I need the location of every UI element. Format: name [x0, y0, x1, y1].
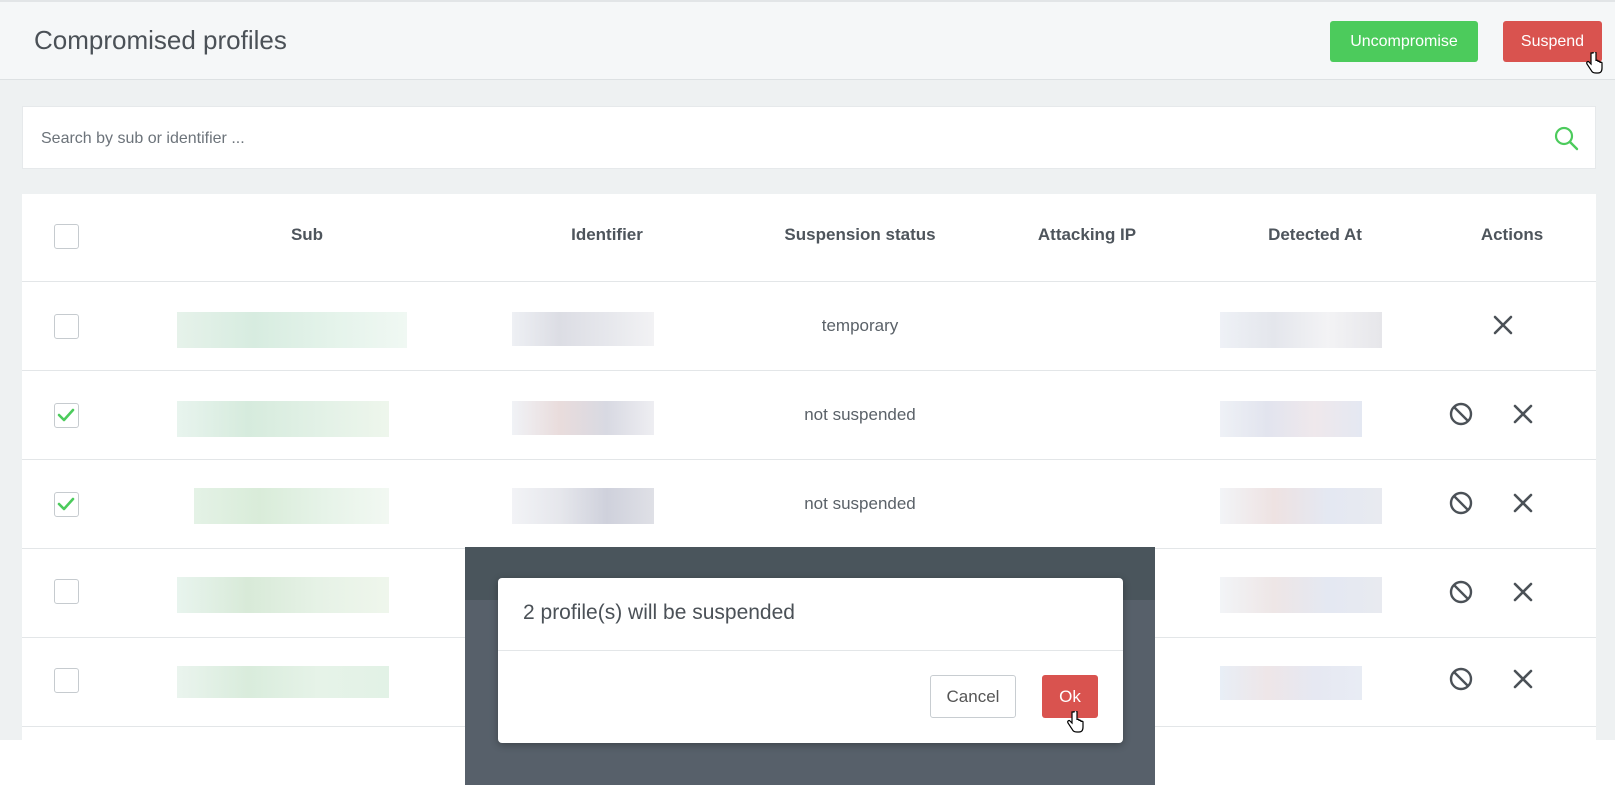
close-icon[interactable]	[1510, 579, 1536, 605]
check-icon	[57, 408, 75, 422]
search-bar	[22, 106, 1596, 169]
row-checkbox[interactable]	[54, 579, 79, 604]
column-header-suspension-status: Suspension status	[784, 225, 936, 244]
identifier-value-redacted	[512, 401, 654, 435]
dialog-divider	[498, 650, 1123, 651]
confirm-suspend-dialog: 2 profile(s) will be suspended Cancel Ok	[498, 578, 1123, 743]
close-icon[interactable]	[1510, 666, 1536, 692]
column-header-actions: Actions	[1480, 225, 1544, 244]
suspension-status: not suspended	[804, 494, 916, 513]
sub-value-redacted	[194, 488, 389, 524]
detected-at-value-redacted	[1220, 666, 1362, 700]
ban-icon[interactable]	[1448, 579, 1474, 605]
hand-cursor-icon	[1586, 52, 1603, 74]
dialog-message: 2 profile(s) will be suspended	[523, 601, 795, 624]
check-icon	[57, 497, 75, 511]
detected-at-value-redacted	[1220, 401, 1362, 437]
column-header-identifier: Identifier	[571, 225, 643, 244]
suspension-status: not suspended	[804, 405, 916, 424]
search-icon[interactable]	[1553, 125, 1579, 151]
uncompromise-button[interactable]: Uncompromise	[1330, 21, 1478, 62]
ban-icon[interactable]	[1448, 666, 1474, 692]
row-checkbox[interactable]	[54, 492, 79, 517]
suspension-status: temporary	[821, 316, 899, 335]
row-checkbox[interactable]	[54, 668, 79, 693]
detected-at-value-redacted	[1220, 312, 1382, 348]
column-header-detected-at: Detected At	[1268, 225, 1362, 244]
column-header-sub: Sub	[290, 225, 324, 244]
sub-value-redacted	[177, 312, 407, 348]
detected-at-value-redacted	[1220, 488, 1382, 524]
table-header: Sub Identifier Suspension status Attacki…	[22, 194, 1596, 282]
close-icon[interactable]	[1510, 490, 1536, 516]
sub-value-redacted	[177, 666, 389, 698]
close-icon[interactable]	[1510, 401, 1536, 427]
identifier-value-redacted	[512, 312, 654, 346]
table-row: not suspended	[22, 371, 1596, 460]
sub-value-redacted	[177, 401, 389, 437]
column-header-attacking-ip: Attacking IP	[1037, 225, 1137, 244]
table-row: temporary	[22, 282, 1596, 371]
search-input[interactable]	[41, 127, 1491, 151]
page-header: Compromised profiles Uncompromise Suspen…	[0, 0, 1615, 80]
page-title: Compromised profiles	[34, 25, 287, 55]
row-checkbox[interactable]	[54, 403, 79, 428]
detected-at-value-redacted	[1220, 577, 1382, 613]
select-all-checkbox[interactable]	[54, 224, 79, 249]
identifier-value-redacted	[512, 488, 654, 524]
ban-icon[interactable]	[1448, 401, 1474, 427]
cancel-button[interactable]: Cancel	[930, 675, 1016, 718]
hand-cursor-icon	[1067, 711, 1084, 733]
table-row: not suspended	[22, 460, 1596, 549]
close-icon[interactable]	[1490, 312, 1516, 338]
row-checkbox[interactable]	[54, 314, 79, 339]
sub-value-redacted	[177, 577, 389, 613]
ban-icon[interactable]	[1448, 490, 1474, 516]
